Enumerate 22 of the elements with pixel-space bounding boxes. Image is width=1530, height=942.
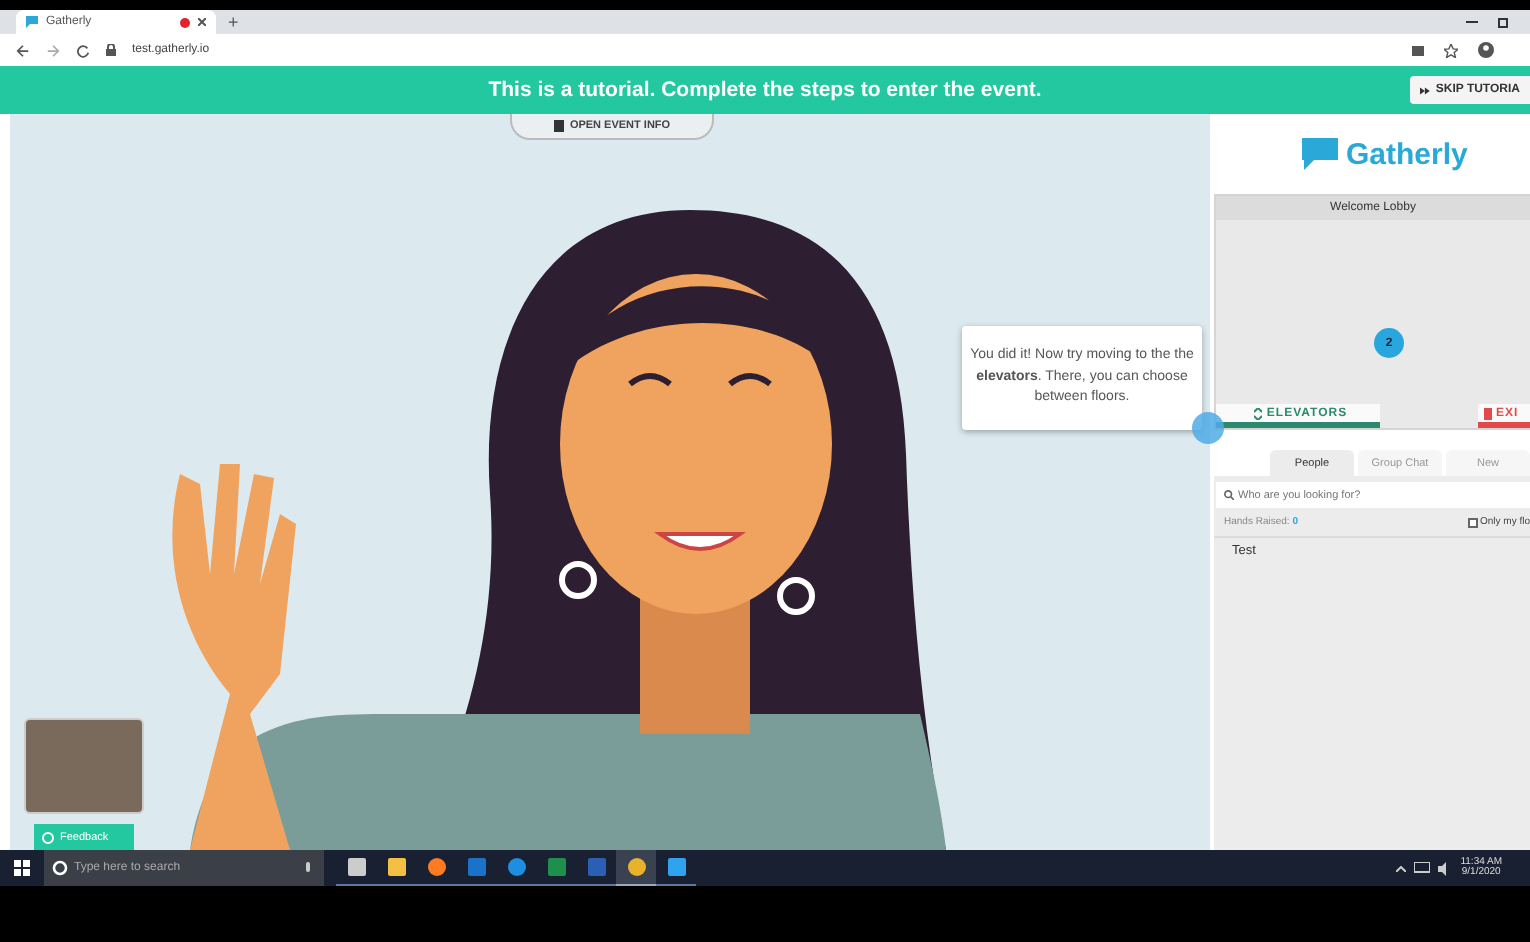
- logo-text: Gatherly: [1346, 137, 1468, 171]
- account-icon[interactable]: [1478, 42, 1494, 58]
- circle-icon: [52, 860, 68, 876]
- star-icon[interactable]: [1444, 43, 1458, 57]
- close-icon[interactable]: [198, 18, 206, 26]
- windows-start-icon[interactable]: [14, 860, 30, 876]
- webcam-placeholder: [24, 718, 144, 814]
- new-tab-button[interactable]: +: [228, 13, 239, 31]
- taskbar-app[interactable]: [616, 850, 656, 886]
- chat-bubble-icon: [26, 16, 38, 28]
- reload-icon[interactable]: [76, 43, 90, 57]
- minimize-icon[interactable]: [1466, 16, 1478, 28]
- back-icon[interactable]: [16, 43, 30, 57]
- microphone-icon: [304, 862, 312, 876]
- fast-forward-icon: [1420, 85, 1430, 95]
- chat-bubble-logo-icon: [1302, 138, 1338, 170]
- lock-icon: [106, 44, 116, 56]
- up-down-icon: [1254, 407, 1263, 419]
- network-icon: [1414, 861, 1431, 875]
- banner-message: This is a tutorial. Complete the steps to enter the event.: [488, 78, 1042, 102]
- chevron-up-icon[interactable]: [1396, 865, 1407, 871]
- restore-icon[interactable]: [1498, 16, 1510, 28]
